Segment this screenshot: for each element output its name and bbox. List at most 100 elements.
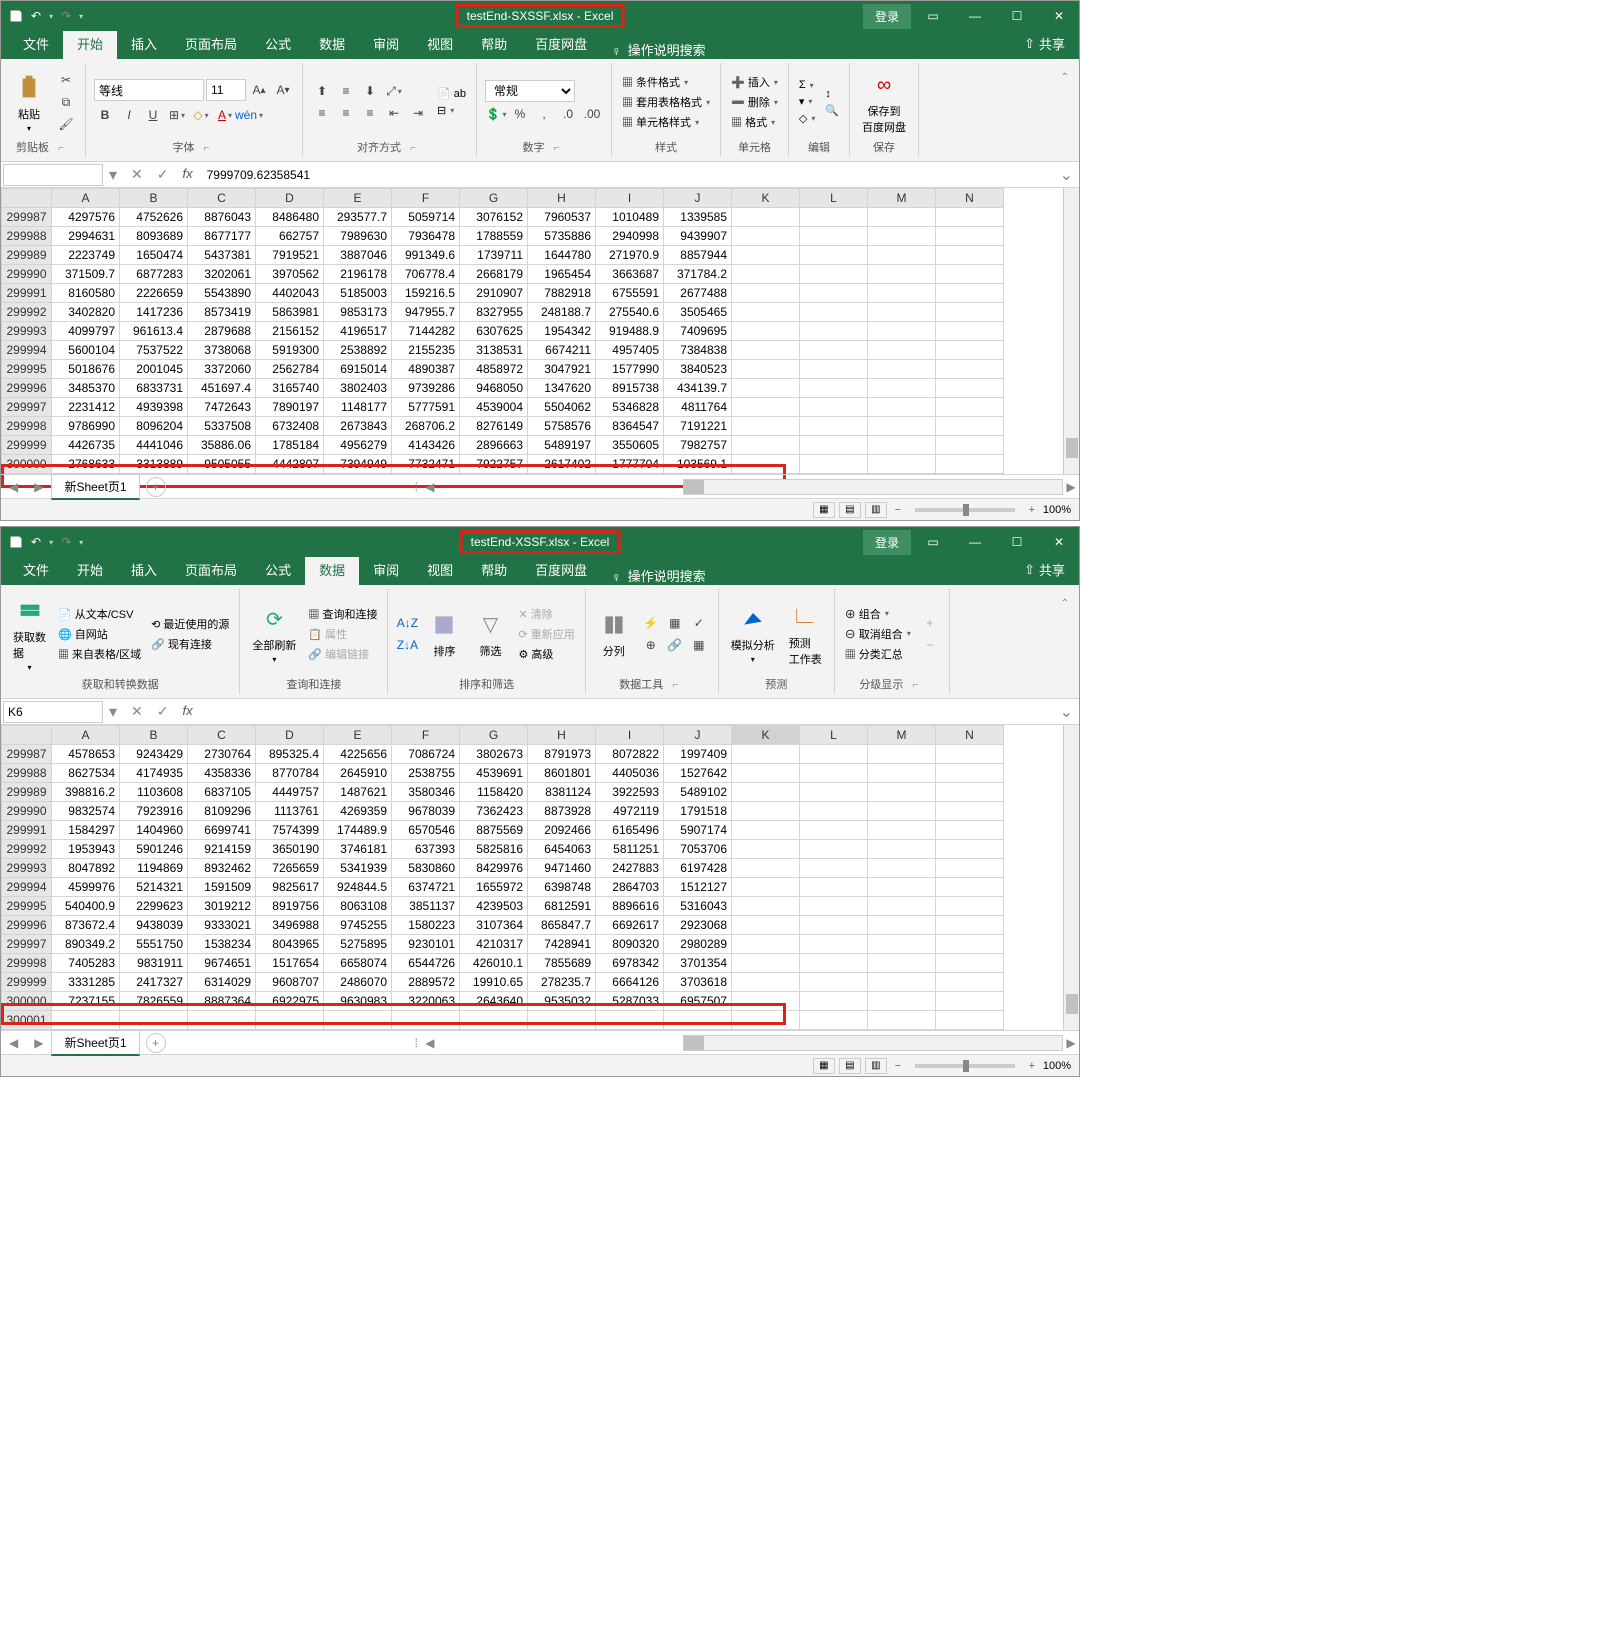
col-header-M[interactable]: M [868,189,936,208]
cell[interactable]: 662757 [256,227,324,246]
cell[interactable]: 2231412 [52,398,120,417]
cell[interactable] [936,360,1004,379]
tab-开始[interactable]: 开始 [63,554,117,585]
col-header-L[interactable]: L [800,726,868,745]
cell[interactable]: 1584297 [52,821,120,840]
cell[interactable] [868,436,936,455]
cell[interactable]: 5863981 [256,303,324,322]
cell[interactable]: 1347620 [528,379,596,398]
delete-cells-button[interactable]: ➖ 删除 [729,93,780,111]
cell[interactable]: 7890197 [256,398,324,417]
page-break-icon[interactable]: ▥ [865,1058,887,1074]
cell[interactable] [732,436,800,455]
subtotal-button[interactable]: ▦ 分类汇总 [843,645,913,663]
conditional-format-button[interactable]: ▦ 条件格式 [620,73,712,91]
cell[interactable]: 6314029 [188,973,256,992]
cell[interactable]: 2730764 [188,745,256,764]
cell[interactable] [868,455,936,474]
col-header-H[interactable]: H [528,189,596,208]
cell[interactable]: 4196517 [324,322,392,341]
cell[interactable]: 2155235 [392,341,460,360]
cell[interactable]: 6544726 [392,954,460,973]
ribbon-display-icon[interactable]: ▭ [913,1,953,31]
enter-formula-icon[interactable]: ✓ [153,166,173,183]
cell[interactable] [936,379,1004,398]
hscroll-right[interactable]: ▶ [1063,1036,1079,1050]
tab-插入[interactable]: 插入 [117,554,171,585]
cell[interactable]: 5825816 [460,840,528,859]
filter-button[interactable]: ▽筛选 [470,607,510,661]
cell[interactable] [800,227,868,246]
cell[interactable] [800,208,868,227]
cell[interactable]: 9230101 [392,935,460,954]
cell[interactable]: 35886.06 [188,436,256,455]
cell[interactable]: 9468050 [460,379,528,398]
select-all-corner[interactable] [2,726,52,745]
col-header-B[interactable]: B [120,189,188,208]
cell[interactable]: 159216.5 [392,284,460,303]
cell[interactable]: 7409695 [664,322,732,341]
cell[interactable] [800,935,868,954]
col-header-J[interactable]: J [664,189,732,208]
cell[interactable]: 9608707 [256,973,324,992]
cell[interactable] [732,840,800,859]
col-header-D[interactable]: D [256,726,324,745]
cell[interactable]: 7405283 [52,954,120,973]
cell[interactable]: 8932462 [188,859,256,878]
qat-dd[interactable]: ▾ [79,12,83,21]
login-button[interactable]: 登录 [863,4,911,29]
cell[interactable]: 2940998 [596,227,664,246]
sort-desc-icon[interactable]: Z↓A [396,635,418,655]
cell[interactable]: 7472643 [188,398,256,417]
cell[interactable]: 8486480 [256,208,324,227]
cell[interactable] [868,840,936,859]
cell[interactable]: 2896663 [460,436,528,455]
cell[interactable]: 1404960 [120,821,188,840]
relationships-icon[interactable]: 🔗 [664,635,686,655]
cell[interactable] [800,859,868,878]
copy-icon[interactable]: ⧉ [55,92,77,112]
cancel-formula-icon[interactable]: ✕ [127,166,147,183]
hscroll-right[interactable]: ▶ [1063,480,1079,494]
cell[interactable]: 2617402 [528,455,596,474]
cell[interactable]: 8276149 [460,417,528,436]
cell[interactable] [800,878,868,897]
maximize-icon[interactable]: ☐ [997,527,1037,557]
cell[interactable]: 8063108 [324,897,392,916]
cell[interactable]: 9832574 [52,802,120,821]
formula-input[interactable] [203,701,1054,723]
existing-conn-button[interactable]: 🔗 现有连接 [149,635,231,653]
col-header-E[interactable]: E [324,726,392,745]
cell[interactable]: 8109296 [188,802,256,821]
cell[interactable]: 8047892 [52,859,120,878]
col-header-N[interactable]: N [936,726,1004,745]
cell[interactable] [732,208,800,227]
cell[interactable] [732,916,800,935]
cell[interactable]: 1512127 [664,878,732,897]
flash-fill-icon[interactable]: ⚡ [640,613,662,633]
cell[interactable]: 4426735 [52,436,120,455]
cell[interactable] [868,246,936,265]
cell[interactable] [868,783,936,802]
row-header[interactable]: 300000 [2,992,52,1011]
row-header[interactable]: 299998 [2,417,52,436]
cell[interactable] [732,897,800,916]
cell[interactable]: 7922757 [460,455,528,474]
cell[interactable]: 8601801 [528,764,596,783]
cell[interactable]: 5504062 [528,398,596,417]
cell[interactable] [868,764,936,783]
table-format-button[interactable]: ▦ 套用表格格式 [620,93,712,111]
cell[interactable] [868,802,936,821]
get-data-button[interactable]: 获取数 据▾ [9,593,50,674]
cell[interactable]: 6755591 [596,284,664,303]
cell[interactable]: 9853173 [324,303,392,322]
cell[interactable]: 6837105 [188,783,256,802]
cell[interactable]: 1591509 [188,878,256,897]
cell[interactable] [528,1011,596,1030]
cell[interactable] [868,1011,936,1030]
vertical-scrollbar[interactable] [1063,188,1079,474]
cell[interactable]: 3550605 [596,436,664,455]
font-size-combo[interactable] [206,79,246,101]
cell[interactable]: 8770784 [256,764,324,783]
col-header-M[interactable]: M [868,726,936,745]
